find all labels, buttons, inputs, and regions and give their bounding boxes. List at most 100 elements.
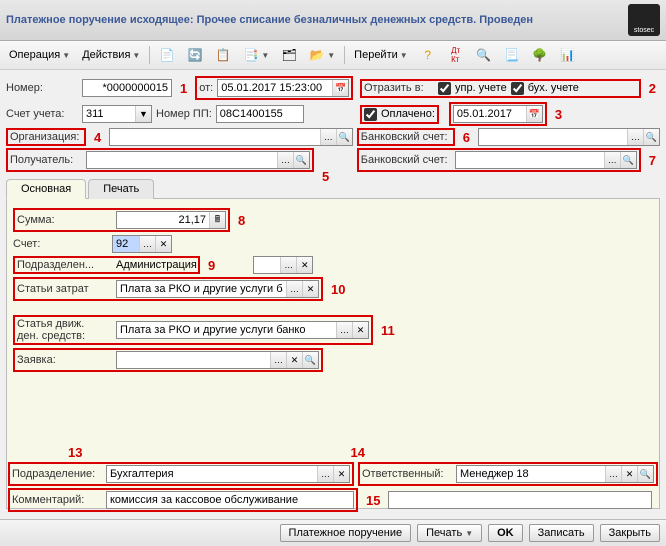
search-icon[interactable]: 🔍	[620, 152, 636, 168]
toolbar-icon-3[interactable]: 📋	[210, 44, 236, 66]
clear-icon[interactable]: ✕	[155, 236, 171, 252]
bank2-label: Банковский счет:	[361, 154, 451, 166]
ellipsis-icon[interactable]: …	[277, 152, 293, 168]
toolbar-icon-doc[interactable]: 📃	[499, 44, 525, 66]
ellipsis-icon[interactable]: …	[627, 129, 643, 145]
logo-icon: stoseс	[628, 4, 660, 36]
annotation-4: 4	[94, 130, 101, 145]
search-icon[interactable]: 🔍	[637, 466, 653, 482]
toolbar-icon-4[interactable]: 📑▼	[238, 44, 274, 66]
ellipsis-icon[interactable]: …	[317, 466, 333, 482]
operation-dropdown[interactable]: Операция▼	[4, 46, 75, 64]
paid-date-input[interactable]	[454, 106, 526, 122]
toolbar-icon-search[interactable]: 🔍	[471, 44, 497, 66]
cost-label: Статьи затрат	[17, 283, 112, 295]
recipient-label: Получатель:	[10, 154, 82, 166]
pp-label: Номер ПП:	[156, 108, 212, 120]
goto-dropdown[interactable]: Перейти▼	[349, 46, 413, 64]
clear-icon[interactable]: ✕	[302, 281, 318, 297]
date-picker-icon[interactable]: 📅	[526, 106, 542, 122]
pp-input[interactable]	[216, 105, 304, 123]
ellipsis-icon[interactable]: …	[280, 257, 296, 273]
annotation-2: 2	[649, 81, 656, 96]
window-title: Платежное поручение исходящее: Прочее сп…	[6, 14, 533, 26]
clear-icon[interactable]: ✕	[333, 466, 349, 482]
ellipsis-icon[interactable]: …	[270, 352, 286, 368]
save-button[interactable]: Записать	[529, 524, 594, 542]
ellipsis-icon[interactable]: …	[605, 466, 621, 482]
comment-ext-input[interactable]	[389, 492, 651, 508]
account-input[interactable]	[83, 106, 135, 122]
bottom-fields: 13 14 Подразделение: … ✕ Ответственный: …	[2, 443, 664, 514]
number-label: Номер:	[6, 82, 78, 94]
ok-button[interactable]: OK	[488, 524, 523, 542]
clear-icon[interactable]: ✕	[286, 352, 302, 368]
tab-main[interactable]: Основная	[6, 179, 86, 199]
actions-dropdown[interactable]: Действия▼	[77, 46, 145, 64]
annotation-9: 9	[208, 258, 215, 273]
cashmove-input[interactable]	[117, 322, 336, 338]
annotation-15: 15	[366, 493, 380, 508]
dropdown-icon[interactable]: ▼	[135, 106, 151, 122]
clear-icon[interactable]: ✕	[621, 466, 637, 482]
paid-checkbox[interactable]	[364, 108, 377, 121]
print-button[interactable]: Печать▼	[417, 524, 482, 542]
toolbar-icon-tree[interactable]: 🌳	[527, 44, 553, 66]
close-button[interactable]: Закрыть	[600, 524, 660, 542]
calculator-icon[interactable]: 🖩	[209, 212, 225, 228]
ellipsis-icon[interactable]: …	[604, 152, 620, 168]
org-input[interactable]	[110, 129, 320, 145]
resp-label: Ответственный:	[362, 468, 452, 480]
bukh-label: бух. учете	[528, 82, 579, 94]
date-picker-icon[interactable]: 📅	[332, 80, 348, 96]
bank1-input[interactable]	[479, 129, 627, 145]
bottom-subdiv-input[interactable]	[107, 466, 317, 482]
annotation-13: 13	[68, 445, 82, 460]
sum-input[interactable]	[117, 212, 209, 228]
annotation-10: 10	[331, 282, 345, 297]
bukh-checkbox[interactable]	[511, 82, 524, 95]
date-label: от:	[199, 82, 213, 94]
upr-label: упр. учете	[455, 82, 507, 94]
number-input[interactable]	[82, 79, 172, 97]
recipient-input[interactable]	[87, 152, 277, 168]
bank2-input[interactable]	[456, 152, 604, 168]
ellipsis-icon[interactable]: …	[320, 129, 336, 145]
date-input[interactable]	[218, 80, 332, 96]
titlebar: Платежное поручение исходящее: Прочее сп…	[0, 0, 666, 41]
acc-input[interactable]	[113, 236, 139, 252]
ellipsis-icon[interactable]: …	[286, 281, 302, 297]
payorder-button[interactable]: Платежное поручение	[280, 524, 412, 542]
search-icon[interactable]: 🔍	[643, 129, 659, 145]
ellipsis-icon[interactable]: …	[336, 322, 352, 338]
resp-input[interactable]	[457, 466, 605, 482]
search-icon[interactable]: 🔍	[293, 152, 309, 168]
toolbar-icon-1[interactable]: 📄	[154, 44, 180, 66]
toolbar-icon-info[interactable]: 📊	[555, 44, 581, 66]
toolbar: Операция▼ Действия▼ 📄 🔄 📋 📑▼ 🗂 📂▼ Перейт…	[0, 41, 666, 70]
tabs: Основная Печать	[6, 178, 660, 199]
annotation-14: 14	[350, 445, 364, 460]
toolbar-icon-dtkt[interactable]: ДтКт	[443, 44, 469, 66]
clear-icon[interactable]: ✕	[296, 257, 312, 273]
help-icon[interactable]: ?	[415, 44, 441, 66]
tab-print[interactable]: Печать	[88, 179, 154, 199]
search-icon[interactable]: 🔍	[336, 129, 352, 145]
search-icon[interactable]: 🔍	[302, 352, 318, 368]
clear-icon[interactable]: ✕	[352, 322, 368, 338]
annotation-5: 5	[322, 169, 329, 184]
request-input[interactable]	[117, 352, 270, 368]
comment-label: Комментарий:	[12, 494, 102, 506]
cost-input[interactable]	[117, 281, 286, 297]
acc-label: Счет:	[13, 238, 108, 250]
ellipsis-icon[interactable]: …	[139, 236, 155, 252]
upr-checkbox[interactable]	[438, 82, 451, 95]
annotation-6: 6	[463, 130, 470, 145]
bank1-label: Банковский счет:	[361, 131, 451, 143]
toolbar-icon-2[interactable]: 🔄	[182, 44, 208, 66]
subdiv-ext-input[interactable]	[254, 257, 280, 273]
toolbar-icon-6[interactable]: 📂▼	[304, 44, 340, 66]
comment-input[interactable]	[107, 492, 353, 508]
annotation-11: 11	[381, 323, 395, 338]
toolbar-icon-5[interactable]: 🗂	[276, 44, 302, 66]
